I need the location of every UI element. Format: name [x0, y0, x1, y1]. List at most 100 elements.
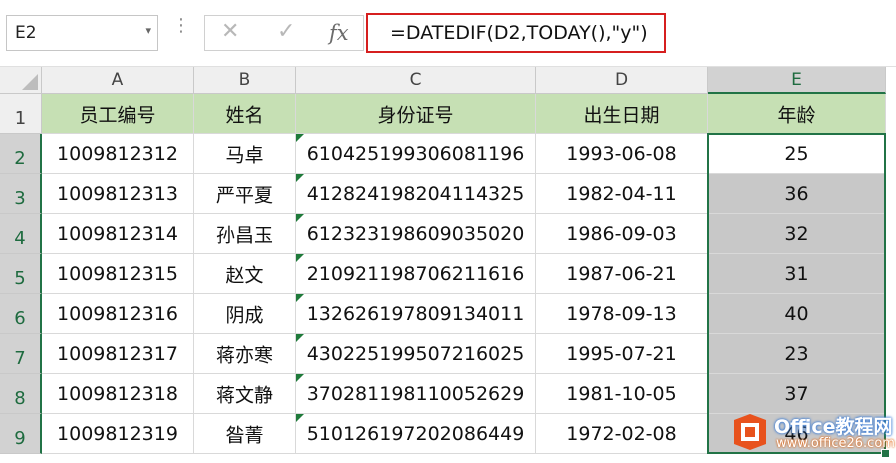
cell-value: 1993-06-08 [566, 142, 677, 165]
row-header-8[interactable]: 8 [0, 374, 42, 414]
select-all-button[interactable] [0, 67, 42, 94]
column-header-d[interactable]: D [536, 67, 708, 94]
table-cell[interactable]: 1009812316 [42, 294, 194, 334]
close-icon[interactable]: ✕ [221, 19, 239, 44]
table-cell[interactable]: 严平夏 [194, 174, 296, 214]
table-cell[interactable]: 阴成 [194, 294, 296, 334]
row-header-5[interactable]: 5 [0, 254, 42, 294]
row-number: 9 [14, 428, 26, 449]
table-cell[interactable]: 32 [708, 214, 886, 254]
table-cell[interactable]: 23 [708, 334, 886, 374]
row-header-4[interactable]: 4 [0, 214, 42, 254]
header-cell-label: 身份证号 [377, 104, 454, 126]
table-cell[interactable]: 1993-06-08 [536, 134, 708, 174]
cell-value: 1987-06-21 [566, 262, 677, 285]
check-icon[interactable]: ✓ [277, 19, 295, 44]
table-cell[interactable]: 赵文 [194, 254, 296, 294]
table-cell[interactable]: 430225199507216025 [296, 334, 536, 374]
error-indicator-icon[interactable] [296, 174, 304, 182]
cell-value: 40 [784, 302, 809, 325]
cell-value: 1986-09-03 [566, 222, 677, 245]
cell-value: 蒋亦寒 [215, 344, 273, 366]
table-cell[interactable]: 25 [708, 134, 886, 174]
cell-value: 37 [784, 382, 809, 405]
table-cell[interactable]: 1009812315 [42, 254, 194, 294]
cell-value: 370281198110052629 [306, 382, 525, 405]
chevron-down-icon[interactable]: ▾ [145, 24, 151, 37]
table-cell[interactable]: 370281198110052629 [296, 374, 536, 414]
row-header-9[interactable]: 9 [0, 414, 42, 454]
cell-value: 1995-07-21 [566, 342, 677, 365]
column-header-c[interactable]: C [296, 67, 536, 94]
cell-value: 612323198609035020 [306, 222, 525, 245]
cell-value: 1009812312 [57, 142, 178, 165]
table-cell[interactable]: 1982-04-11 [536, 174, 708, 214]
name-box[interactable]: E2 ▾ [6, 15, 158, 51]
row-header-2[interactable]: 2 [0, 134, 42, 174]
more-options-icon[interactable]: ⋮ [172, 17, 190, 35]
table-cell[interactable]: 612323198609035020 [296, 214, 536, 254]
table-cell[interactable]: 40 [708, 294, 886, 334]
error-indicator-icon[interactable] [296, 374, 304, 382]
cell-value: 1009812316 [57, 302, 178, 325]
table-cell[interactable]: 1009812319 [42, 414, 194, 454]
formula-input[interactable]: =DATEDIF(D2,TODAY(),"y") [366, 13, 666, 53]
table-cell[interactable]: 210921198706211616 [296, 254, 536, 294]
cell-value: 孙昌玉 [215, 224, 273, 246]
table-cell[interactable]: 1981-10-05 [536, 374, 708, 414]
table-cell[interactable]: 1009812318 [42, 374, 194, 414]
table-cell[interactable]: 马卓 [194, 134, 296, 174]
table-cell[interactable]: 412824198204114325 [296, 174, 536, 214]
cell-value: 610425199306081196 [306, 142, 525, 165]
row-number: 8 [14, 388, 26, 409]
table-cell[interactable]: 31 [708, 254, 886, 294]
watermark-brand: Office教程网 [774, 416, 893, 438]
cell-value: 赵文 [225, 264, 264, 286]
row-header-6[interactable]: 6 [0, 294, 42, 334]
column-header-b[interactable]: B [194, 67, 296, 94]
cell-value: 430225199507216025 [306, 342, 525, 365]
cell-value: 1981-10-05 [566, 382, 677, 405]
table-cell[interactable]: 510126197202086449 [296, 414, 536, 454]
header-cell[interactable]: 员工编号 [42, 94, 194, 134]
table-cell[interactable]: 1009812317 [42, 334, 194, 374]
row-header-1[interactable]: 1 [0, 94, 42, 134]
table-cell[interactable]: 1009812313 [42, 174, 194, 214]
cell-value: 36 [784, 182, 809, 205]
table-cell[interactable]: 蒋亦寒 [194, 334, 296, 374]
cell-value: 23 [784, 342, 809, 365]
row-header-7[interactable]: 7 [0, 334, 42, 374]
table-cell[interactable]: 1009812312 [42, 134, 194, 174]
column-header-a[interactable]: A [42, 67, 194, 94]
row-header-3[interactable]: 3 [0, 174, 42, 214]
header-cell[interactable]: 姓名 [194, 94, 296, 134]
error-indicator-icon[interactable] [296, 254, 304, 262]
error-indicator-icon[interactable] [296, 294, 304, 302]
table-cell[interactable]: 1009812314 [42, 214, 194, 254]
header-cell[interactable]: 身份证号 [296, 94, 536, 134]
table-cell[interactable]: 1986-09-03 [536, 214, 708, 254]
error-indicator-icon[interactable] [296, 414, 304, 422]
table-cell[interactable]: 132626197809134011 [296, 294, 536, 334]
error-indicator-icon[interactable] [296, 214, 304, 222]
cell-value: 31 [784, 262, 809, 285]
table-cell[interactable]: 1978-09-13 [536, 294, 708, 334]
header-cell[interactable]: 年龄 [708, 94, 886, 134]
table-cell[interactable]: 1972-02-08 [536, 414, 708, 454]
table-cell[interactable]: 孙昌玉 [194, 214, 296, 254]
header-cell[interactable]: 出生日期 [536, 94, 708, 134]
table-cell[interactable]: 蒋文静 [194, 374, 296, 414]
error-indicator-icon[interactable] [296, 334, 304, 342]
function-icon[interactable]: fx [329, 21, 349, 45]
error-indicator-icon[interactable] [296, 134, 304, 142]
table-cell[interactable]: 36 [708, 174, 886, 214]
cell-value: 马卓 [225, 144, 264, 166]
header-cell-label: 年龄 [777, 104, 816, 126]
cell-value: 严平夏 [215, 184, 273, 206]
table-cell[interactable]: 1987-06-21 [536, 254, 708, 294]
column-header-e[interactable]: E [708, 67, 886, 94]
table-cell[interactable]: 昝菁 [194, 414, 296, 454]
cell-value: 蒋文静 [215, 384, 273, 406]
table-cell[interactable]: 1995-07-21 [536, 334, 708, 374]
table-cell[interactable]: 610425199306081196 [296, 134, 536, 174]
